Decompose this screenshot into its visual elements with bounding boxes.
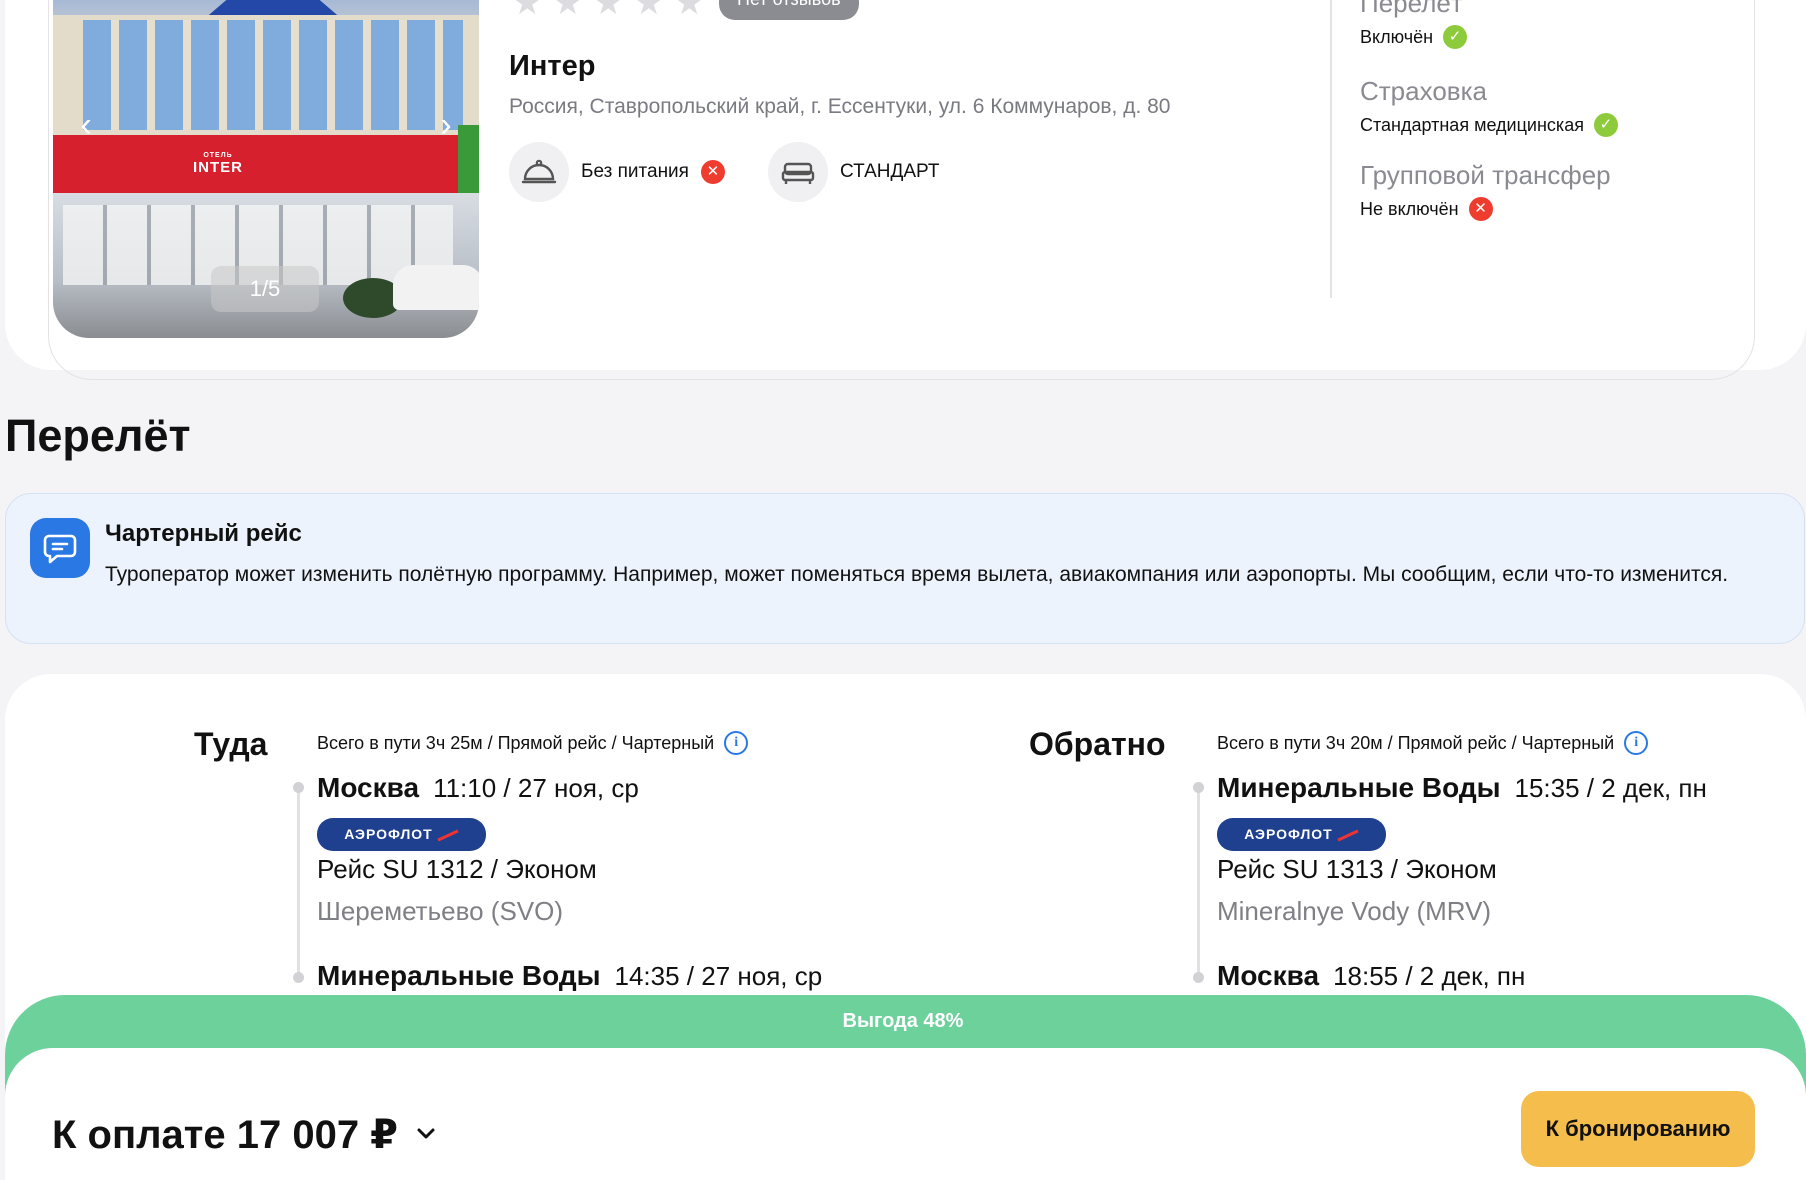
departure-airport: Шереметьево (SVO) (317, 896, 564, 926)
city-name: Минеральные Воды (1217, 772, 1501, 803)
outbound-meta-text: Всего в пути 3ч 25м / Прямой рейс / Чарт… (317, 732, 715, 753)
flight-number: Рейс SU 1312 / Эконом (317, 854, 597, 884)
notice-title: Чартерный рейс (105, 520, 302, 547)
timeline-dot (293, 782, 304, 793)
hotel-stars: ★ ★ ★ ★ ★ (512, 0, 704, 20)
outbound-departure: Москва 11:10 / 27 ноя, ср (317, 772, 639, 804)
meal-plan: Без питания ✕ (509, 142, 725, 202)
included-title: Перелёт (1360, 0, 1463, 18)
city-name: Москва (317, 772, 420, 803)
departure-airport: Mineralnye Vody (MRV) (1217, 896, 1492, 926)
info-icon[interactable]: i (1624, 731, 1649, 755)
check-icon: ✓ (1443, 25, 1468, 49)
included-value: Не включён (1360, 198, 1459, 219)
meal-plan-label: Без питания (581, 161, 689, 182)
outbound-timeline (297, 787, 300, 977)
chat-icon (30, 518, 90, 578)
timeline-dot (293, 972, 304, 983)
room-type-label: СТАНДАРТ (840, 161, 940, 182)
return-timeline (1197, 787, 1200, 977)
section-title: Перелёт (5, 410, 191, 461)
outbound-title: Туда (194, 726, 268, 762)
included-value: Включён (1360, 26, 1434, 47)
city-name: Москва (1217, 960, 1320, 991)
included-title: Страховка (1360, 76, 1487, 106)
total-price: К оплате 17 007 ₽ (52, 1113, 399, 1157)
included-insurance: Страховка Стандартная медицинская ✓ (1360, 76, 1618, 137)
bed-icon (768, 142, 828, 202)
hotel-address: Россия, Ставропольский край, г. Ессентук… (509, 95, 1171, 118)
hotel-photo-sign: ОТЕЛЬ INTER (193, 152, 243, 176)
check-icon: ✓ (1593, 113, 1618, 137)
return-title: Обратно (1029, 726, 1166, 762)
room-type: СТАНДАРТ (768, 142, 939, 202)
notice-text: Туроператор может изменить полётную прог… (105, 563, 1729, 586)
star-icon: ★ (592, 0, 624, 22)
carousel-prev-arrow-icon[interactable]: ‹ (71, 105, 101, 145)
return-arrival: Москва 18:55 / 2 дек, пн (1217, 960, 1525, 992)
star-icon: ★ (673, 0, 705, 22)
charter-notice: Чартерный рейс Туроператор может изменит… (5, 493, 1805, 644)
book-button[interactable]: К бронированию (1521, 1091, 1755, 1167)
return-meta: Всего в пути 3ч 20м / Прямой рейс / Чарт… (1217, 731, 1649, 755)
city-name: Минеральные Воды (317, 960, 601, 991)
star-icon: ★ (552, 0, 583, 22)
aeroflot-logo: АЭРОФЛОТ (1217, 818, 1386, 851)
hotel-photo-carousel[interactable]: ОТЕЛЬ INTER ‹ › 1/5 (53, 0, 479, 338)
flight-number: Рейс SU 1313 / Эконом (1217, 854, 1497, 884)
return-meta-text: Всего в пути 3ч 20м / Прямой рейс / Чарт… (1217, 732, 1615, 753)
cloche-icon (509, 142, 569, 202)
not-included-icon: ✕ (700, 160, 725, 184)
included-value: Стандартная медицинская (1360, 114, 1584, 135)
total-price-toggle[interactable]: К оплате 17 007 ₽ (52, 1112, 436, 1158)
chevron-down-icon[interactable] (416, 1124, 436, 1147)
timeline-dot (1193, 972, 1204, 983)
departure-time: 15:35 / 2 дек, пн (1514, 773, 1707, 803)
info-icon[interactable]: i (724, 731, 749, 755)
timeline-dot (1193, 782, 1204, 793)
included-transfer: Групповой трансфер Не включён ✕ (1360, 160, 1611, 221)
hotel-name[interactable]: Интер (509, 50, 595, 83)
divider (1330, 0, 1332, 298)
included-flight: Перелёт Включён ✓ (1360, 0, 1468, 49)
star-icon: ★ (633, 0, 664, 22)
not-included-icon: ✕ (1468, 197, 1493, 221)
return-departure: Минеральные Воды 15:35 / 2 дек, пн (1217, 772, 1707, 804)
arrival-time: 18:55 / 2 дек, пн (1333, 961, 1526, 991)
outbound-meta: Всего в пути 3ч 25м / Прямой рейс / Чарт… (317, 731, 749, 755)
star-icon: ★ (512, 0, 543, 22)
reviews-badge[interactable]: Нет отзывов (719, 0, 859, 20)
carousel-next-arrow-icon[interactable]: › (431, 105, 461, 145)
outbound-arrival: Минеральные Воды 14:35 / 27 ноя, ср (317, 960, 822, 992)
departure-time: 11:10 / 27 ноя, ср (433, 773, 639, 803)
savings-label: Выгода 48% (842, 1010, 964, 1032)
aeroflot-logo: АЭРОФЛОТ (317, 818, 486, 851)
photo-counter: 1/5 (211, 266, 319, 312)
arrival-time: 14:35 / 27 ноя, ср (614, 961, 823, 991)
included-title: Групповой трансфер (1360, 160, 1611, 190)
tour-page: ОТЕЛЬ INTER ‹ › 1/5 ★ ★ ★ ★ ★ Нет отзыво… (0, 0, 1806, 1180)
